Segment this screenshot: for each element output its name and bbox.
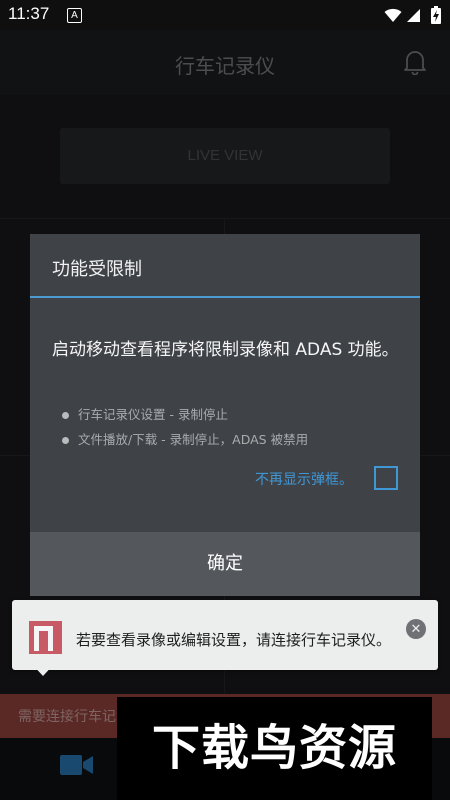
battery-charging-icon bbox=[431, 6, 441, 24]
dialog-message: 启动移动查看程序将限制录像和 ADAS 功能。 bbox=[52, 340, 399, 360]
bullet-dot-icon bbox=[62, 437, 69, 444]
close-icon[interactable]: ✕ bbox=[406, 619, 426, 639]
toast-message: 若要查看录像或编辑设置，请连接行车记录仪。 bbox=[76, 631, 392, 649]
toast-pointer bbox=[30, 662, 56, 676]
confirm-button[interactable]: 确定 bbox=[30, 532, 420, 596]
dont-show-again-label[interactable]: 不再显示弹框。 bbox=[255, 469, 353, 489]
notification-a-icon: A bbox=[67, 8, 82, 23]
dialog-title-divider bbox=[30, 296, 420, 298]
dont-show-again-checkbox[interactable] bbox=[374, 466, 398, 490]
dialog-bullet-item: 文件播放/下载 - 录制停止，ADAS 被禁用 bbox=[62, 429, 308, 448]
wifi-icon bbox=[384, 8, 402, 22]
dialog-bullet-item: 行车记录仪设置 - 录制停止 bbox=[62, 404, 228, 423]
status-time: 11:37 bbox=[8, 4, 50, 23]
watermark-text: 下载鸟资源 bbox=[151, 720, 397, 776]
dashcam-app-icon-detail bbox=[39, 631, 48, 651]
signal-icon bbox=[407, 9, 420, 22]
bullet-dot-icon bbox=[62, 412, 69, 419]
dialog-title: 功能受限制 bbox=[52, 259, 142, 280]
